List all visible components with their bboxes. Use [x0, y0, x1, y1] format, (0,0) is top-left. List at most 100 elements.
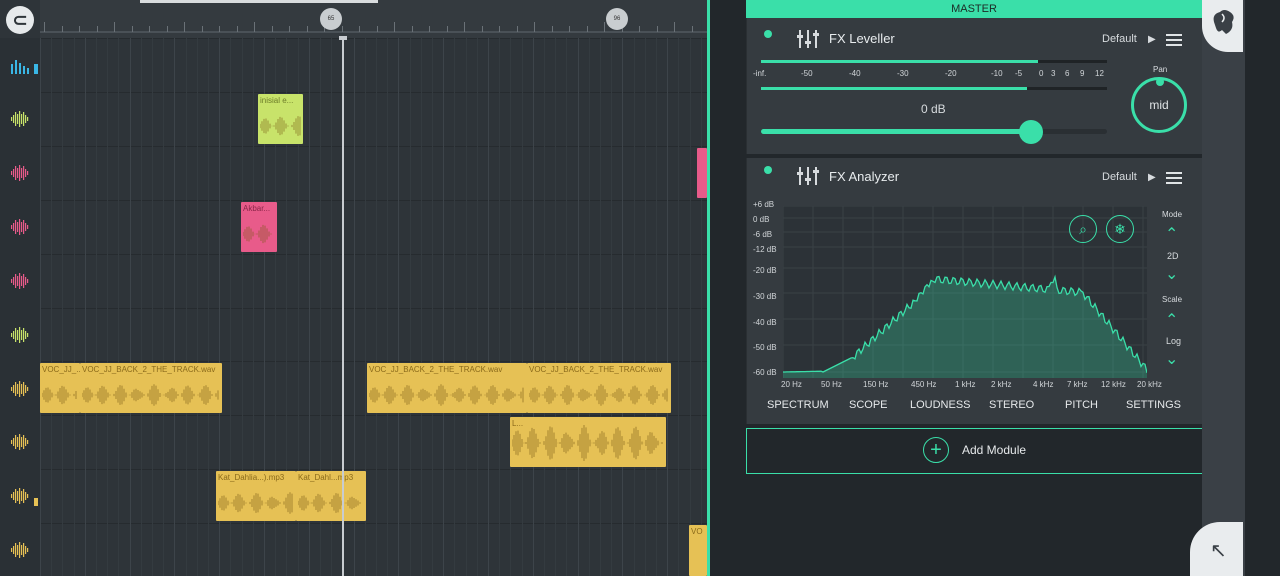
clip-audio[interactable]: VO [689, 525, 707, 576]
pan-knob[interactable]: mid [1131, 77, 1187, 133]
ruler-tick [604, 22, 605, 32]
zoom-icon[interactable]: ⌕ [1069, 215, 1097, 243]
magnet-snap-icon[interactable]: ⊂ [6, 6, 34, 34]
clip-audio[interactable]: Kat_Dahl...mp3 [296, 471, 366, 521]
add-module-button[interactable]: + Add Module [746, 428, 1204, 474]
scale-label: -5 [1015, 69, 1023, 78]
slider-knob[interactable] [1018, 120, 1043, 144]
playlist-panel: 65 96 ⊂ inisial e... Akbar... VOC_JJ_...… [0, 0, 707, 576]
grid-col-line [544, 38, 545, 576]
freeze-snowflake-icon[interactable]: ❄ [1106, 215, 1134, 243]
clip-audio[interactable]: VOC_JJ_BACK_2_THE_TRACK.wav [367, 363, 527, 413]
clip-label: inisial e... [260, 96, 294, 105]
master-title[interactable]: MASTER [746, 0, 1202, 18]
track-waveform-icon[interactable] [10, 380, 30, 397]
db-label: -6 dB [753, 230, 773, 239]
waveform [242, 222, 275, 246]
ruler-tick [149, 26, 150, 32]
grid-col-line [600, 38, 601, 576]
ruler-tick [464, 22, 465, 32]
tab-scope[interactable]: SCOPE [849, 399, 888, 411]
clip-audio[interactable]: inisial e... [258, 94, 303, 144]
preset-arrow-icon[interactable]: ▶ [1148, 34, 1156, 45]
slider-fill [761, 129, 1031, 134]
ruler-tick [411, 26, 413, 32]
scale-label: -20 [945, 69, 957, 78]
clip-audio[interactable]: Akbar... [241, 202, 277, 252]
playlist-grid[interactable] [40, 38, 707, 576]
scale-label: Scale [1162, 295, 1183, 304]
plus-icon: + [923, 437, 949, 463]
tab-pitch[interactable]: PITCH [1065, 399, 1098, 411]
waveform-shape [41, 385, 77, 405]
power-toggle[interactable] [764, 166, 772, 174]
clip-audio[interactable]: L... [510, 417, 666, 467]
track-waveform-icon[interactable] [10, 218, 30, 235]
tab-stereo[interactable]: STEREO [989, 399, 1034, 411]
ruler-tick [96, 26, 98, 32]
grid-col-line [174, 38, 176, 576]
grid-col-line [163, 38, 165, 576]
playhead-handle[interactable] [339, 36, 347, 40]
marker-96[interactable]: 96 [606, 8, 628, 30]
preset-name[interactable]: Default [1102, 33, 1137, 45]
tab-loudness[interactable]: LOUDNESS [910, 399, 971, 411]
scale-label: 12 [1095, 69, 1104, 78]
grid-col-line [376, 38, 377, 576]
clip-audio[interactable]: VOC_JJ_BACK_2_THE_TRACK.wav [527, 363, 671, 413]
track-waveform-icon[interactable] [10, 164, 30, 181]
grid-col-line [409, 38, 411, 576]
tab-settings[interactable]: SETTINGS [1126, 399, 1181, 411]
scale-label: 3 [1051, 69, 1056, 78]
module-menu-icon[interactable] [1166, 34, 1182, 46]
preset-arrow-icon[interactable]: ▶ [1148, 172, 1156, 183]
scroll-indicator[interactable] [140, 0, 378, 3]
track-waveform-icon[interactable] [10, 111, 30, 127]
mixer-sliders-icon [797, 30, 819, 48]
timeline-ruler[interactable]: 65 96 [40, 0, 707, 39]
grid-col-line [107, 38, 109, 576]
playlist-bars-icon[interactable] [10, 58, 30, 74]
freq-label: 50 Hz [821, 380, 842, 389]
db-label: 0 dB [753, 215, 770, 224]
scale-up-icon[interactable]: ⌃ [1165, 313, 1178, 329]
ruler-tick [534, 22, 535, 32]
clip-label: VOC_JJ_BACK_2_THE_TRACK.wav [529, 365, 663, 374]
meter-top [761, 60, 1107, 63]
waveform [368, 383, 525, 407]
grid-col-line [96, 38, 97, 576]
power-toggle[interactable] [764, 30, 772, 38]
clip-audio[interactable]: Kat_Dahlia...).mp3 [216, 471, 296, 521]
track-waveform-icon[interactable] [10, 488, 30, 505]
grid-col-line [465, 38, 467, 576]
track-waveform-icon[interactable] [10, 272, 30, 289]
mode-down-icon[interactable]: ⌄ [1165, 267, 1178, 283]
marker-65[interactable]: 65 [320, 8, 342, 30]
grid-col-line [208, 38, 209, 576]
fx-leveller-module: FX Leveller Default ▶ -inf. -50 -40 -30 -20-… [746, 18, 1203, 154]
level-slider[interactable] [761, 120, 1107, 144]
ruler-tick [61, 26, 63, 32]
ruler-tick [674, 22, 675, 32]
track-waveform-icon[interactable] [10, 542, 30, 559]
playhead[interactable] [342, 38, 344, 576]
collapse-corner-button[interactable]: ↖ [1190, 522, 1243, 576]
clip-audio[interactable] [697, 148, 707, 198]
side-strip [1202, 0, 1245, 576]
ruler-tick [271, 26, 273, 32]
ruler-tick [691, 26, 693, 32]
module-menu-icon[interactable] [1166, 172, 1182, 184]
waveform [511, 423, 664, 463]
track-waveform-icon[interactable] [10, 326, 30, 343]
waveform [528, 383, 669, 407]
clip-audio[interactable]: VOC_JJ_... [40, 363, 80, 413]
scale-down-icon[interactable]: ⌄ [1165, 352, 1178, 368]
track-waveform-icon[interactable] [10, 434, 30, 451]
ruler-tick [289, 26, 290, 32]
mode-up-icon[interactable]: ⌃ [1165, 227, 1178, 243]
clip-audio[interactable]: VOC_JJ_BACK_2_THE_TRACK.wav [80, 363, 222, 413]
preset-name[interactable]: Default [1102, 171, 1137, 183]
waveform [41, 383, 78, 407]
grid-col-line [644, 38, 646, 576]
tab-spectrum[interactable]: SPECTRUM [767, 399, 829, 411]
